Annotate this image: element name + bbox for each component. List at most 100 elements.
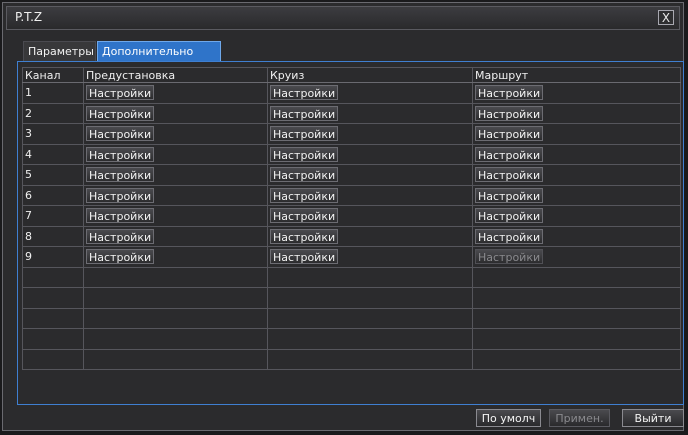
preset-settings-button[interactable]: Настройки xyxy=(86,126,155,142)
tab-advanced[interactable]: Дополнительно xyxy=(97,41,221,61)
table-row: 3 Настройки Настройки Настройки xyxy=(22,123,681,145)
cruise-settings-button[interactable]: Настройки xyxy=(270,249,339,265)
empty-cell xyxy=(22,266,84,288)
preset-cell: Настройки xyxy=(83,225,268,247)
cruise-cell: Настройки xyxy=(267,164,473,186)
table-header-row: Канал Предустановка Круиз Маршрут xyxy=(22,67,681,83)
route-cell: Настройки xyxy=(472,102,681,124)
cruise-settings-button[interactable]: Настройки xyxy=(270,126,339,142)
empty-cell xyxy=(22,328,84,350)
empty-cell xyxy=(472,266,681,288)
route-settings-button[interactable]: Настройки xyxy=(475,126,544,142)
empty-cell xyxy=(267,328,473,350)
cruise-cell: Настройки xyxy=(267,123,473,145)
table-row: 9 Настройки Настройки Настройки xyxy=(22,246,681,268)
route-settings-button[interactable]: Настройки xyxy=(475,105,544,121)
route-settings-button[interactable]: Настройки xyxy=(475,187,544,203)
table-row: 5 Настройки Настройки Настройки xyxy=(22,164,681,186)
preset-settings-button[interactable]: Настройки xyxy=(86,187,155,203)
ptz-table: Канал Предустановка Круиз Маршрут 1 Настр… xyxy=(22,67,681,370)
title-bar: P.T.Z X xyxy=(6,6,680,30)
table-row: 2 Настройки Настройки Настройки xyxy=(22,102,681,124)
cruise-cell: Настройки xyxy=(267,102,473,124)
empty-table-row xyxy=(22,266,681,288)
empty-cell xyxy=(22,348,84,370)
route-cell: Настройки xyxy=(472,184,681,206)
preset-settings-button[interactable]: Настройки xyxy=(86,208,155,224)
preset-cell: Настройки xyxy=(83,143,268,165)
route-settings-button[interactable]: Настройки xyxy=(475,146,544,162)
preset-settings-button[interactable]: Настройки xyxy=(86,228,155,244)
empty-table-row xyxy=(22,287,681,309)
empty-cell xyxy=(83,307,268,329)
tab-parameters[interactable]: Параметры xyxy=(23,41,96,61)
empty-cell xyxy=(267,307,473,329)
close-button[interactable]: X xyxy=(658,10,674,25)
cruise-settings-button[interactable]: Настройки xyxy=(270,187,339,203)
table-row: 6 Настройки Настройки Настройки xyxy=(22,184,681,206)
empty-cell xyxy=(22,287,84,309)
empty-cell xyxy=(83,348,268,370)
empty-cell xyxy=(267,266,473,288)
preset-cell: Настройки xyxy=(83,102,268,124)
empty-cell xyxy=(472,287,681,309)
exit-button[interactable]: Выйти xyxy=(622,409,684,427)
route-cell: Настройки xyxy=(472,246,681,268)
cruise-cell: Настройки xyxy=(267,246,473,268)
cruise-cell: Настройки xyxy=(267,205,473,227)
empty-cell xyxy=(472,348,681,370)
empty-table-row xyxy=(22,348,681,370)
route-cell: Настройки xyxy=(472,123,681,145)
route-settings-button[interactable]: Настройки xyxy=(475,249,544,265)
channel-cell: 7 xyxy=(22,205,84,227)
preset-cell: Настройки xyxy=(83,123,268,145)
cruise-settings-button[interactable]: Настройки xyxy=(270,167,339,183)
preset-cell: Настройки xyxy=(83,184,268,206)
empty-cell xyxy=(22,307,84,329)
preset-settings-button[interactable]: Настройки xyxy=(86,249,155,265)
cruise-cell: Настройки xyxy=(267,225,473,247)
cruise-settings-button[interactable]: Настройки xyxy=(270,228,339,244)
preset-settings-button[interactable]: Настройки xyxy=(86,105,155,121)
route-cell: Настройки xyxy=(472,82,681,104)
route-cell: Настройки xyxy=(472,205,681,227)
cruise-cell: Настройки xyxy=(267,143,473,165)
empty-table-row xyxy=(22,307,681,329)
column-header-preset: Предустановка xyxy=(83,67,268,83)
channel-cell: 5 xyxy=(22,164,84,186)
column-header-route: Маршрут xyxy=(472,67,681,83)
default-button[interactable]: По умолч xyxy=(476,409,541,427)
cruise-settings-button[interactable]: Настройки xyxy=(270,105,339,121)
apply-button[interactable]: Примен. xyxy=(549,409,610,427)
empty-cell xyxy=(472,328,681,350)
cruise-settings-button[interactable]: Настройки xyxy=(270,146,339,162)
preset-settings-button[interactable]: Настройки xyxy=(86,85,155,101)
channel-cell: 6 xyxy=(22,184,84,206)
cruise-cell: Настройки xyxy=(267,82,473,104)
column-header-channel: Канал xyxy=(22,67,84,83)
route-settings-button[interactable]: Настройки xyxy=(475,208,544,224)
route-cell: Настройки xyxy=(472,143,681,165)
cruise-cell: Настройки xyxy=(267,184,473,206)
empty-cell xyxy=(472,307,681,329)
cruise-settings-button[interactable]: Настройки xyxy=(270,208,339,224)
route-settings-button[interactable]: Настройки xyxy=(475,228,544,244)
empty-cell xyxy=(83,266,268,288)
channel-cell: 3 xyxy=(22,123,84,145)
preset-settings-button[interactable]: Настройки xyxy=(86,167,155,183)
preset-settings-button[interactable]: Настройки xyxy=(86,146,155,162)
empty-cell xyxy=(267,287,473,309)
channel-cell: 2 xyxy=(22,102,84,124)
empty-cell xyxy=(83,287,268,309)
table-row: 1 Настройки Настройки Настройки xyxy=(22,82,681,104)
cruise-settings-button[interactable]: Настройки xyxy=(270,85,339,101)
close-icon: X xyxy=(661,11,671,25)
channel-cell: 8 xyxy=(22,225,84,247)
route-settings-button[interactable]: Настройки xyxy=(475,85,544,101)
column-header-cruise: Круиз xyxy=(267,67,473,83)
route-settings-button[interactable]: Настройки xyxy=(475,167,544,183)
channel-cell: 9 xyxy=(22,246,84,268)
table-row: 8 Настройки Настройки Настройки xyxy=(22,225,681,247)
table-row: 4 Настройки Настройки Настройки xyxy=(22,143,681,165)
preset-cell: Настройки xyxy=(83,82,268,104)
